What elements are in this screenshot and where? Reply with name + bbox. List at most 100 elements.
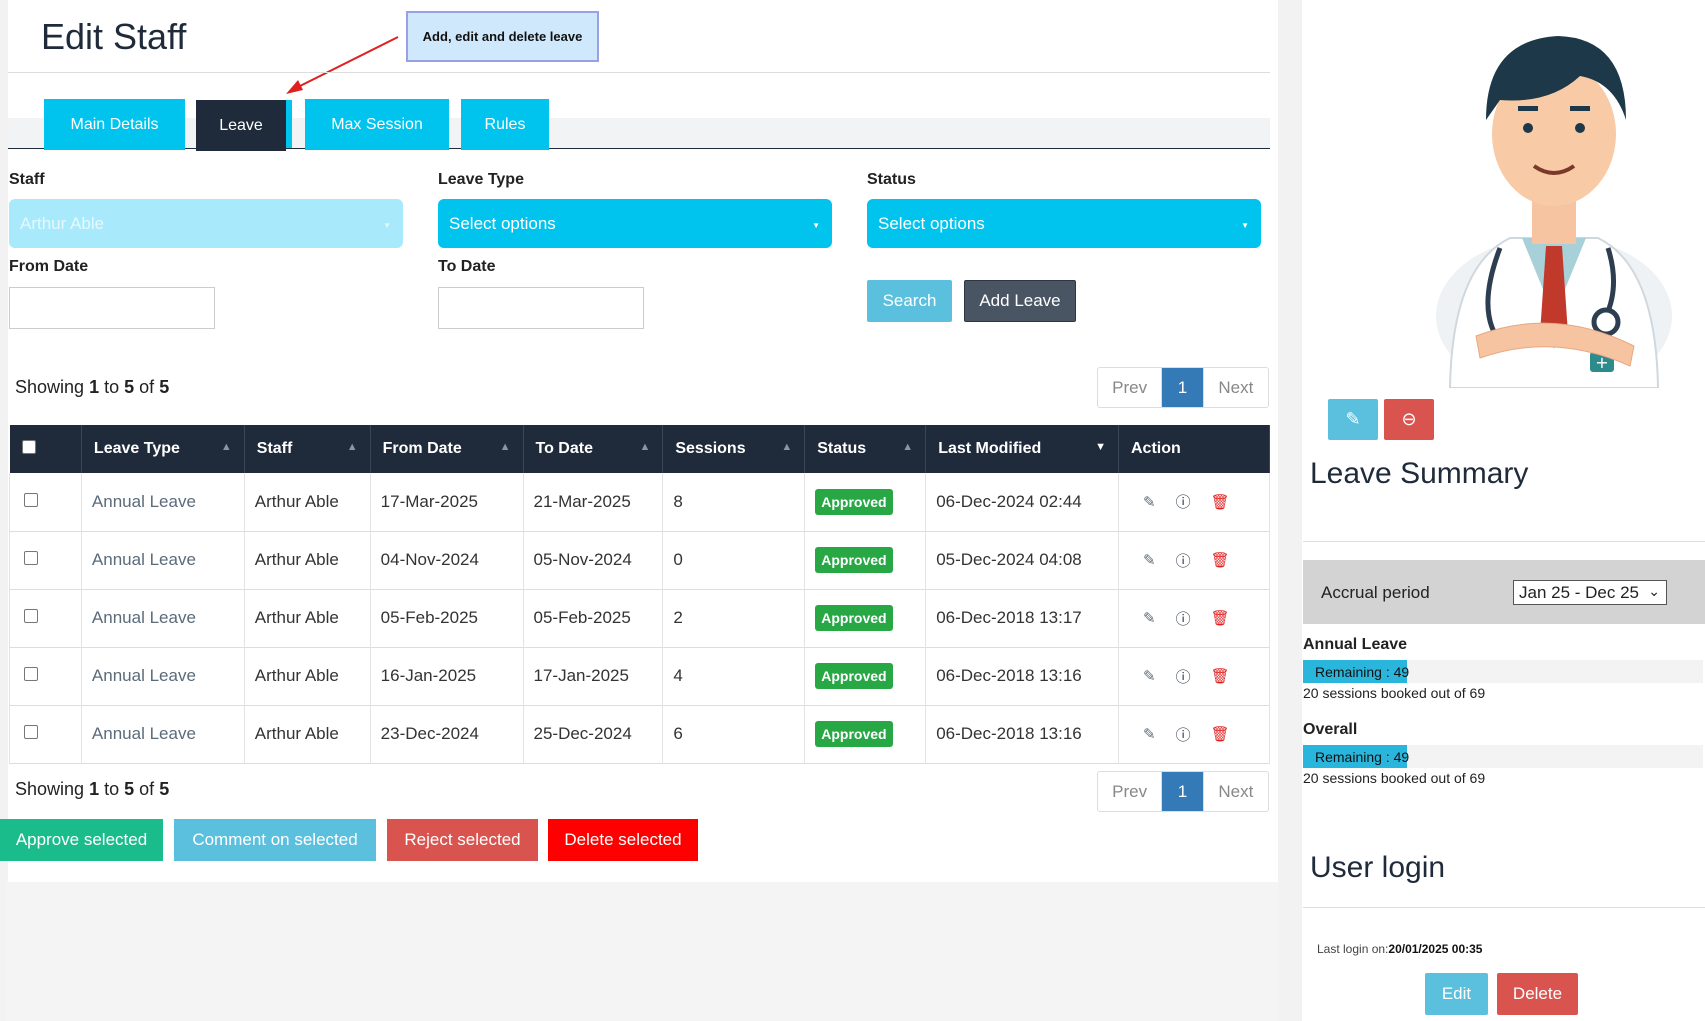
overall-booked: 20 sessions booked out of 69: [1303, 770, 1486, 786]
cell-from-date: 04-Nov-2024: [369, 531, 524, 589]
title-divider: [8, 72, 1270, 73]
from-date-input[interactable]: [9, 287, 215, 329]
showing-total: 5: [159, 779, 170, 799]
page-1-button[interactable]: 1: [1162, 772, 1203, 811]
cell-action: ✎ ⓘ 🗑: [1118, 473, 1270, 531]
row-checkbox[interactable]: [24, 551, 38, 565]
col-to-date[interactable]: To Date ▲: [523, 425, 664, 473]
remove-avatar-button[interactable]: ⊖: [1384, 399, 1434, 440]
edit-icon[interactable]: ✎: [1143, 667, 1156, 685]
page-title: Edit Staff: [41, 16, 187, 57]
col-last-modified[interactable]: Last Modified ▼: [925, 425, 1119, 473]
status-select-value: Select options: [878, 213, 985, 233]
doctor-avatar: +: [1436, 36, 1672, 388]
prev-button[interactable]: Prev: [1098, 772, 1163, 811]
showing-prefix: Showing: [15, 779, 85, 799]
user-delete-button[interactable]: Delete: [1497, 973, 1578, 1015]
row-checkbox[interactable]: [24, 492, 38, 507]
cell-to-date: 21-Mar-2025: [522, 473, 664, 531]
info-icon[interactable]: ⓘ: [1176, 491, 1191, 512]
cell-sessions: 0: [662, 531, 806, 589]
trash-icon[interactable]: 🗑: [1211, 667, 1230, 685]
search-button[interactable]: Search: [867, 280, 952, 322]
cell-leave-type[interactable]: Annual Leave: [80, 589, 245, 647]
sort-up-icon: ▲: [499, 441, 511, 453]
next-button[interactable]: Next: [1202, 772, 1268, 811]
edit-icon[interactable]: ✎: [1143, 609, 1156, 627]
trash-icon[interactable]: 🗑: [1211, 609, 1230, 627]
trash-icon[interactable]: 🗑: [1211, 493, 1230, 511]
page-1-button[interactable]: 1: [1162, 368, 1203, 407]
leave-summary-title: Leave Summary: [1310, 457, 1529, 490]
cell-leave-type[interactable]: Annual Leave: [80, 531, 245, 589]
delete-selected-button[interactable]: Delete selected: [548, 819, 698, 861]
edit-avatar-button[interactable]: ✎: [1328, 399, 1378, 440]
sort-up-icon: ▲: [902, 441, 914, 453]
cell-to-date: 05-Feb-2025: [522, 589, 664, 647]
user-login-divider: [1303, 907, 1705, 908]
cell-leave-type[interactable]: Annual Leave: [80, 647, 245, 705]
row-checkbox[interactable]: [24, 725, 38, 739]
edit-icon[interactable]: ✎: [1143, 725, 1156, 743]
to-date-input[interactable]: [438, 287, 644, 329]
cell-last-modified: 05-Dec-2024 04:08: [925, 531, 1119, 589]
cell-last-modified: 06-Dec-2024 02:44: [925, 473, 1119, 531]
sort-up-icon: ▲: [220, 441, 232, 453]
callout-note: Add, edit and delete leave: [406, 11, 599, 62]
status-select[interactable]: Select options ▼: [867, 199, 1261, 248]
next-button[interactable]: Next: [1202, 368, 1268, 407]
prev-button[interactable]: Prev: [1098, 368, 1163, 407]
pagination-bottom: Prev 1 Next: [1097, 771, 1269, 812]
col-leave-type[interactable]: Leave Type ▲: [81, 425, 245, 473]
showing-from: 1: [89, 779, 100, 799]
cell-sessions: 6: [662, 705, 806, 763]
select-all-checkbox[interactable]: [21, 439, 36, 454]
row-select-cell: [9, 531, 82, 589]
showing-to: 5: [124, 779, 135, 799]
leave-summary-divider: [1303, 541, 1705, 542]
to-date-label: To Date: [438, 258, 496, 275]
col-status[interactable]: Status ▲: [804, 425, 927, 473]
user-edit-button[interactable]: Edit: [1425, 973, 1488, 1015]
row-select-cell: [9, 589, 82, 647]
cell-leave-type[interactable]: Annual Leave: [80, 705, 245, 763]
info-icon[interactable]: ⓘ: [1176, 724, 1191, 745]
sort-up-icon: ▲: [639, 441, 651, 453]
col-action: Action: [1118, 425, 1270, 473]
tab-leave[interactable]: Leave: [196, 100, 292, 151]
edit-icon: ✎: [1345, 409, 1361, 429]
cell-leave-type[interactable]: Annual Leave: [80, 473, 245, 531]
annual-leave-booked: 20 sessions booked out of 69: [1303, 685, 1486, 701]
chevron-down-icon: ⌄: [1648, 583, 1660, 599]
add-leave-button[interactable]: Add Leave: [964, 280, 1076, 322]
accrual-period-select[interactable]: Jan 25 - Dec 25 ⌄: [1513, 580, 1667, 605]
sort-down-icon: ▼: [1095, 441, 1106, 453]
cell-last-modified: 06-Dec-2018 13:16: [925, 647, 1119, 705]
trash-icon[interactable]: 🗑: [1211, 725, 1230, 743]
info-icon[interactable]: ⓘ: [1176, 550, 1191, 571]
trash-icon[interactable]: 🗑: [1211, 551, 1230, 569]
cell-status: Approved: [804, 705, 927, 763]
edit-icon[interactable]: ✎: [1143, 551, 1156, 569]
info-icon[interactable]: ⓘ: [1176, 608, 1191, 629]
main-panel: Edit Staff Add, edit and delete leave Ma…: [8, 0, 1278, 882]
leave-type-select-value: Select options: [449, 213, 556, 233]
approve-selected-button[interactable]: Approve selected: [0, 819, 163, 861]
last-login-label: Last login on:: [1317, 942, 1389, 956]
row-checkbox[interactable]: [24, 609, 38, 623]
col-from-date[interactable]: From Date ▲: [370, 425, 524, 473]
tab-main-details[interactable]: Main Details: [44, 99, 185, 150]
action-group: ✎ ⓘ 🗑: [1129, 666, 1230, 687]
row-checkbox[interactable]: [24, 667, 38, 681]
tab-max-session[interactable]: Max Session: [305, 99, 449, 150]
tab-rules[interactable]: Rules: [461, 99, 549, 150]
col-staff[interactable]: Staff ▲: [244, 425, 371, 473]
edit-icon[interactable]: ✎: [1143, 493, 1156, 511]
col-sessions[interactable]: Sessions ▲: [662, 425, 806, 473]
comment-selected-button[interactable]: Comment on selected: [174, 819, 376, 861]
leave-type-select[interactable]: Select options ▼: [438, 199, 832, 248]
reject-selected-button[interactable]: Reject selected: [387, 819, 538, 861]
action-group: ✎ ⓘ 🗑: [1129, 724, 1230, 745]
info-icon[interactable]: ⓘ: [1176, 666, 1191, 687]
cell-from-date: 23-Dec-2024: [369, 705, 524, 763]
